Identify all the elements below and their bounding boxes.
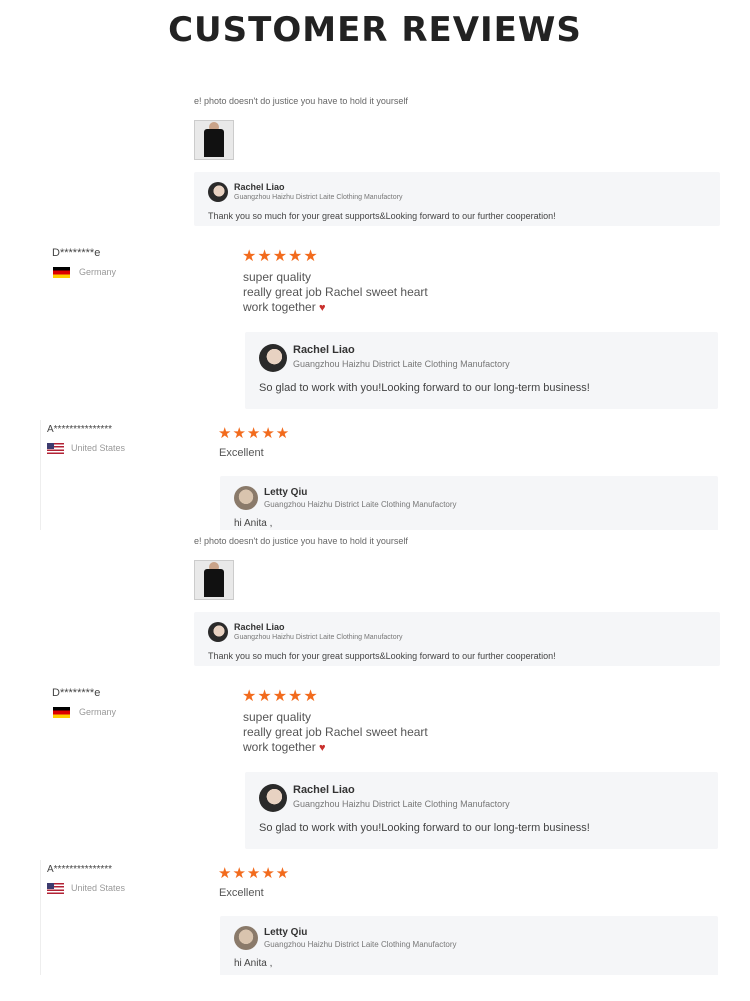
star-rating: ★★★★★ bbox=[242, 688, 319, 705]
star-rating: ★★★★★ bbox=[218, 865, 291, 882]
seller-reply-message: hi Anita , bbox=[234, 958, 273, 969]
review-line-1: super quality bbox=[243, 710, 312, 724]
seller-reply-message: Thank you so much for your great support… bbox=[208, 651, 556, 661]
review-text: Excellent bbox=[219, 887, 264, 899]
seller-avatar bbox=[259, 344, 287, 372]
germany-flag-icon bbox=[53, 707, 70, 718]
seller-name: Letty Qiu bbox=[264, 487, 308, 498]
seller-reply-card: Letty Qiu Guangzhou Haizhu District Lait… bbox=[220, 476, 718, 530]
seller-avatar bbox=[234, 486, 258, 510]
us-flag-icon bbox=[47, 883, 64, 894]
seller-reply-card: Rachel Liao Guangzhou Haizhu District La… bbox=[194, 612, 720, 666]
reviewer-country: Germany bbox=[79, 707, 117, 717]
review-fragment-text: e! photo doesn't do justice you have to … bbox=[194, 536, 408, 546]
seller-avatar bbox=[208, 182, 228, 202]
seller-reply-message: Thank you so much for your great support… bbox=[208, 211, 556, 221]
seller-company: Guangzhou Haizhu District Laite Clothing… bbox=[264, 500, 457, 509]
heart-icon: ♥ bbox=[319, 742, 326, 754]
seller-name: Rachel Liao bbox=[234, 622, 285, 632]
review-text: Excellent bbox=[219, 447, 264, 459]
review-line-3: work together ♥ bbox=[243, 300, 326, 316]
reviewer-country: United States bbox=[71, 883, 126, 893]
germany-flag-icon bbox=[53, 267, 70, 278]
divider bbox=[40, 420, 41, 530]
reviewer-country: Germany bbox=[79, 267, 117, 277]
reviewer-name: D********e bbox=[52, 247, 101, 259]
seller-reply-card: Letty Qiu Guangzhou Haizhu District Lait… bbox=[220, 916, 718, 975]
seller-company: Guangzhou Haizhu District Laite Clothing… bbox=[264, 940, 457, 949]
reviewer-country: United States bbox=[71, 443, 126, 453]
us-flag-icon bbox=[47, 443, 64, 454]
review-section-1: e! photo doesn't do justice you have to … bbox=[0, 90, 750, 530]
seller-company: Guangzhou Haizhu District Laite Clothing… bbox=[293, 359, 510, 369]
review-line-3-text: work together bbox=[243, 740, 316, 754]
seller-reply-message: So glad to work with you!Looking forward… bbox=[259, 382, 590, 394]
seller-company: Guangzhou Haizhu District Laite Clothing… bbox=[234, 194, 403, 201]
seller-name: Rachel Liao bbox=[234, 182, 285, 192]
seller-avatar bbox=[208, 622, 228, 642]
reviewer-name: A*************** bbox=[47, 864, 113, 875]
seller-name: Letty Qiu bbox=[264, 927, 308, 938]
heart-icon: ♥ bbox=[319, 302, 326, 314]
review-line-3-text: work together bbox=[243, 300, 316, 314]
reviewer-name: A*************** bbox=[47, 424, 113, 435]
seller-name: Rachel Liao bbox=[293, 784, 355, 796]
seller-avatar bbox=[234, 926, 258, 950]
seller-reply-card: Rachel Liao Guangzhou Haizhu District La… bbox=[245, 332, 718, 409]
seller-reply-message: hi Anita , bbox=[234, 518, 273, 529]
seller-avatar bbox=[259, 784, 287, 812]
page-title: CUSTOMER REVIEWS bbox=[168, 10, 582, 50]
seller-reply-card: Rachel Liao Guangzhou Haizhu District La… bbox=[245, 772, 718, 849]
divider bbox=[40, 860, 41, 975]
seller-reply-card: Rachel Liao Guangzhou Haizhu District La… bbox=[194, 172, 720, 226]
review-line-2: really great job Rachel sweet heart bbox=[243, 725, 428, 739]
seller-company: Guangzhou Haizhu District Laite Clothing… bbox=[293, 799, 510, 809]
review-fragment-text: e! photo doesn't do justice you have to … bbox=[194, 96, 408, 106]
review-section-2: e! photo doesn't do justice you have to … bbox=[0, 530, 750, 975]
seller-reply-message: So glad to work with you!Looking forward… bbox=[259, 822, 590, 834]
review-line-2: really great job Rachel sweet heart bbox=[243, 285, 428, 299]
review-line-3: work together ♥ bbox=[243, 740, 326, 756]
star-rating: ★★★★★ bbox=[218, 425, 291, 442]
review-line-1: super quality bbox=[243, 270, 312, 284]
seller-company: Guangzhou Haizhu District Laite Clothing… bbox=[234, 634, 403, 641]
star-rating: ★★★★★ bbox=[242, 248, 319, 265]
product-photo-thumbnail[interactable] bbox=[194, 560, 234, 600]
reviewer-name: D********e bbox=[52, 687, 101, 699]
product-photo-thumbnail[interactable] bbox=[194, 120, 234, 160]
seller-name: Rachel Liao bbox=[293, 344, 355, 356]
